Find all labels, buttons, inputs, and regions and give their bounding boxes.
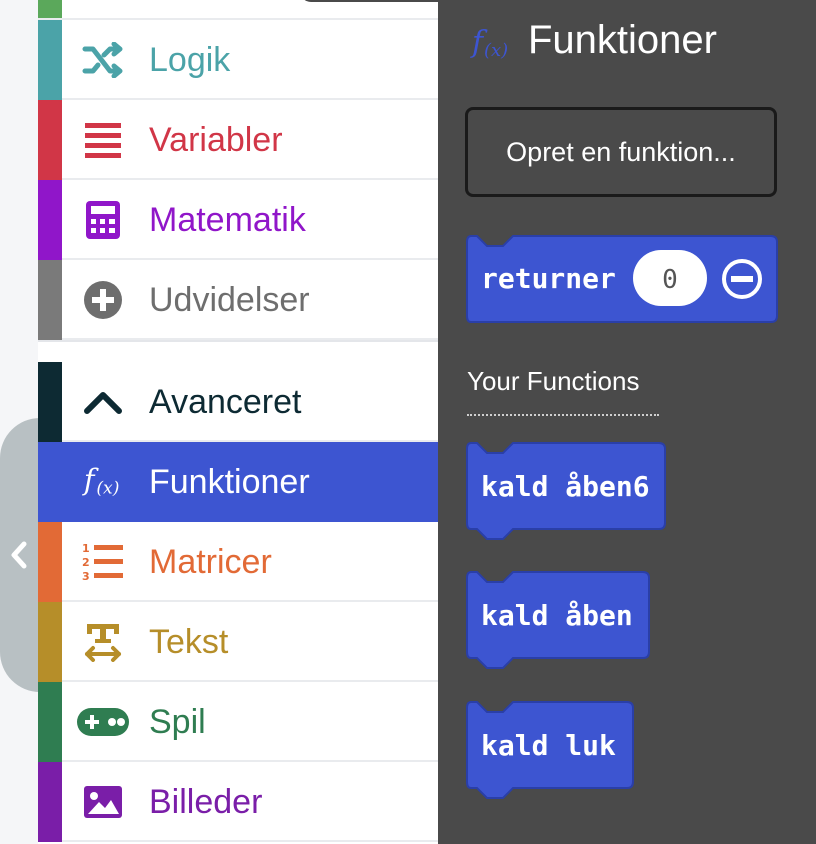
call-block-label: kald åben6 <box>481 470 650 503</box>
section-divider <box>467 414 659 416</box>
call-block-aben6[interactable]: kald åben6 <box>465 441 669 547</box>
category-label: Funktioner <box>149 463 310 501</box>
return-label: returner <box>481 262 616 295</box>
category-label: Spil <box>149 703 206 741</box>
text-format-icon <box>82 621 124 663</box>
your-functions-heading: Your Functions <box>467 366 640 396</box>
category-avanceret[interactable]: Avanceret <box>38 362 438 442</box>
list-lines-icon <box>82 119 124 161</box>
category-label: Avanceret <box>149 383 302 421</box>
category-label: Matricer <box>149 543 272 581</box>
flyout-title: Funktioner <box>528 18 717 62</box>
category-stripe <box>38 682 62 762</box>
svg-text:3: 3 <box>82 570 90 582</box>
call-block-luk[interactable]: kald luk <box>465 700 637 806</box>
category-stripe <box>38 20 62 100</box>
category-matematik[interactable]: Matematik <box>38 180 438 260</box>
function-icon: f (x) <box>82 461 124 503</box>
image-icon <box>82 781 124 823</box>
category-stripe <box>38 602 62 682</box>
category-group-divider <box>38 340 438 364</box>
category-udvidelser[interactable]: Udvidelser <box>38 260 438 340</box>
toolbox: Logik Variabler Matematik Udvidelser Ava… <box>38 0 438 844</box>
category-stripe-top <box>38 0 62 18</box>
category-spil[interactable]: Spil <box>38 682 438 762</box>
call-block-label: kald åben <box>481 599 633 632</box>
function-icon: f (x) <box>470 25 508 61</box>
gamepad-icon <box>76 701 130 743</box>
svg-text:2: 2 <box>82 556 90 569</box>
call-block-label: kald luk <box>481 729 616 762</box>
category-stripe <box>38 762 62 842</box>
category-stripe <box>38 260 62 340</box>
plus-circle-icon <box>82 279 124 321</box>
numbered-list-icon: 123 <box>82 541 124 583</box>
category-stripe <box>38 362 62 442</box>
category-label: Billeder <box>149 783 263 821</box>
category-label: Tekst <box>149 623 229 661</box>
category-stripe <box>38 522 62 602</box>
shuffle-icon <box>82 39 124 81</box>
chevron-left-icon <box>11 541 27 569</box>
category-tekst[interactable]: Tekst <box>38 602 438 682</box>
category-billeder[interactable]: Billeder <box>38 762 438 842</box>
svg-text:(x): (x) <box>96 478 119 498</box>
svg-text:1: 1 <box>82 542 90 555</box>
category-label: Matematik <box>149 201 306 239</box>
category-label: Udvidelser <box>149 281 310 319</box>
category-variabler[interactable]: Variabler <box>38 100 438 180</box>
category-label: Variabler <box>149 121 283 159</box>
category-logik[interactable]: Logik <box>38 20 438 100</box>
category-label: Logik <box>149 41 231 79</box>
return-value: 0 <box>662 265 678 295</box>
flyout-top-edge <box>300 0 816 2</box>
category-funktioner[interactable]: f (x) Funktioner <box>38 442 438 522</box>
calculator-icon <box>82 199 124 241</box>
make-function-button[interactable]: Opret en funktion... <box>465 107 777 197</box>
svg-text:(x): (x) <box>484 40 508 61</box>
call-block-aben[interactable]: kald åben <box>465 570 653 676</box>
return-block[interactable]: returner 0 <box>465 234 781 326</box>
chevron-up-icon <box>82 381 124 423</box>
category-matricer[interactable]: 123 Matricer <box>38 522 438 602</box>
category-stripe <box>38 180 62 260</box>
category-stripe <box>38 100 62 180</box>
